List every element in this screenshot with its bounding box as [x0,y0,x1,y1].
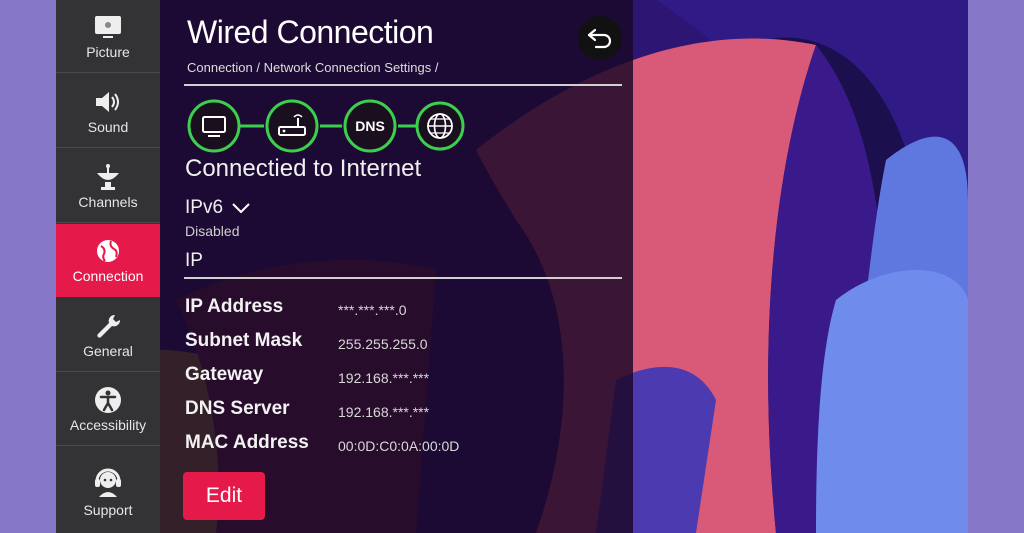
sidebar-item-channels[interactable]: Channels [56,150,160,223]
satellite-dish-icon [91,162,125,192]
speaker-icon [91,87,125,117]
router-icon [265,99,319,153]
tv-icon [187,99,241,153]
back-arrow-icon [587,28,612,49]
picture-icon [91,12,125,42]
sidebar-item-label: Channels [78,194,138,210]
settings-sidebar: Picture Sound Channels Connection Genera… [56,0,160,533]
headset-icon [91,464,125,500]
breadcrumb: Connection / Network Connection Settings… [187,60,439,75]
ip-section-header: IP [185,250,203,271]
ipv6-status: Disabled [185,223,240,239]
detail-row-dns-server: DNS Server 192.168.***.*** [185,398,605,428]
detail-label: Subnet Mask [185,330,303,351]
edit-button[interactable]: Edit [183,472,265,520]
detail-value: 192.168.***.*** [338,404,430,420]
divider [184,84,622,86]
wrench-icon [91,311,125,341]
detail-value: 255.255.255.0 [338,336,428,352]
sidebar-item-label: Sound [87,119,129,135]
accessibility-icon [91,385,125,415]
detail-value: 00:0D:C0:0A:00:0D [338,438,460,454]
sidebar-item-connection[interactable]: Connection [56,224,160,297]
sidebar-item-picture[interactable]: Picture [56,0,160,73]
ipv6-label: IPv6 [185,197,224,218]
detail-label: IP Address [185,296,284,317]
sidebar-item-sound[interactable]: Sound [56,75,160,148]
detail-row-ip-address: IP Address ***.***.***.0 [185,296,605,326]
dns-icon: DNS [343,99,397,153]
sidebar-item-label: General [83,343,133,359]
page-title: Wired Connection [187,14,434,50]
divider [184,277,622,279]
wired-connection-panel: Wired Connection Connection / Network Co… [160,0,633,533]
globe-icon [415,101,465,151]
sidebar-item-support[interactable]: Support [56,448,160,533]
connection-status-text: Connectied to Internet [185,155,422,182]
chevron-down-icon [232,203,250,214]
sidebar-item-label: Accessibility [69,417,147,433]
back-button[interactable] [578,16,622,60]
sidebar-item-label: Support [83,501,133,518]
detail-row-subnet-mask: Subnet Mask 255.255.255.0 [185,330,605,360]
sidebar-item-label: Connection [72,268,144,284]
dns-label: DNS [355,118,385,134]
connection-status-chain: DNS [187,99,465,153]
globe-icon [91,236,125,266]
detail-row-gateway: Gateway 192.168.***.*** [185,364,605,394]
detail-value: ***.***.***.0 [338,302,407,318]
tv-screen: Picture Sound Channels Connection Genera… [56,0,968,533]
detail-label: Gateway [185,364,264,385]
detail-value: 192.168.***.*** [338,370,430,386]
detail-row-mac-address: MAC Address 00:0D:C0:0A:00:0D [185,432,605,462]
sidebar-item-general[interactable]: General [56,299,160,372]
detail-label: DNS Server [185,398,290,419]
sidebar-item-accessibility[interactable]: Accessibility [56,373,160,446]
sidebar-item-label: Picture [86,44,130,60]
ipv6-dropdown[interactable]: IPv6 [185,197,251,219]
detail-label: MAC Address [185,432,309,453]
